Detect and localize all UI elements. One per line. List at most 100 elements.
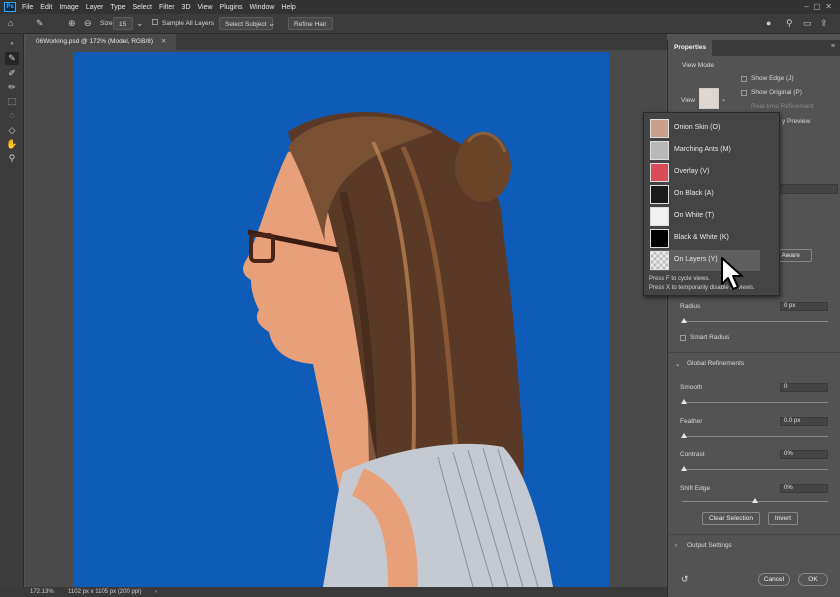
workspace-icon[interactable]: ▭ — [803, 17, 812, 30]
zoom-tool-icon[interactable]: ⚲ — [5, 152, 19, 165]
menu-type[interactable]: Type — [110, 4, 125, 11]
radius-slider-thumb[interactable] — [681, 318, 687, 323]
tools-panel: » ✎ ✐ ✏ ⬚ ◌ ◇ ✋ ⚲ — [0, 34, 24, 594]
chevron-right-icon[interactable]: › — [155, 587, 157, 597]
show-original-checkbox[interactable] — [741, 90, 747, 96]
chevron-right-icon[interactable]: › — [675, 542, 677, 549]
zoom-level[interactable]: 172.13% — [30, 587, 54, 597]
menu-edit[interactable]: Edit — [40, 4, 52, 11]
select-subject-dropdown-icon[interactable]: ⌄ — [268, 17, 276, 30]
model-portrait-image — [73, 52, 609, 587]
smooth-slider-track[interactable] — [682, 402, 828, 403]
view-option-on-white[interactable]: On White (T) — [650, 206, 760, 227]
black-white-thumbnail — [650, 229, 669, 248]
hand-tool-icon[interactable]: ✋ — [5, 138, 19, 151]
properties-tab[interactable]: Properties — [668, 40, 713, 56]
menu-window[interactable]: Window — [250, 4, 275, 11]
checkbox-icon[interactable] — [152, 19, 158, 25]
share-icon[interactable]: ⇪ — [820, 17, 828, 30]
output-settings-header[interactable]: Output Settings — [687, 542, 732, 549]
quick-selection-tool-icon[interactable]: ✎ — [5, 52, 19, 65]
view-option-label: Overlay (V) — [674, 168, 710, 175]
brush-preset-icon[interactable]: ✎ — [36, 17, 44, 30]
add-to-selection-icon[interactable]: ⊕ — [68, 17, 76, 30]
properties-header: Properties ≡ — [668, 40, 840, 56]
onion-skin-thumbnail — [650, 119, 669, 138]
mode-dropdown[interactable] — [778, 184, 838, 194]
view-mode-dropdown: Onion Skin (O) Marching Ants (M) Overlay… — [643, 112, 780, 296]
view-option-label: Onion Skin (O) — [674, 124, 721, 131]
document-image[interactable] — [73, 52, 609, 587]
radius-field[interactable]: 0 px — [780, 302, 828, 311]
smooth-field[interactable]: 0 — [780, 383, 828, 392]
feather-slider-thumb[interactable] — [681, 433, 687, 438]
view-option-marching-ants[interactable]: Marching Ants (M) — [650, 140, 760, 161]
menu-plugins[interactable]: Plugins — [220, 4, 243, 11]
contrast-slider-thumb[interactable] — [681, 466, 687, 471]
window-controls-icon[interactable]: – ▢ ✕ — [804, 2, 832, 11]
panel-menu-icon[interactable]: ≡ — [831, 43, 835, 50]
smooth-slider-thumb[interactable] — [681, 399, 687, 404]
show-edge-checkbox[interactable] — [741, 76, 747, 82]
close-tab-icon[interactable]: ✕ — [161, 38, 166, 45]
menu-file[interactable]: File — [22, 4, 33, 11]
view-option-label: On Layers (Y) — [674, 256, 718, 263]
shift-edge-slider-thumb[interactable] — [752, 498, 758, 503]
radius-label: Radius — [680, 303, 701, 310]
on-layers-thumbnail — [650, 251, 669, 270]
reset-icon[interactable]: ↺ — [681, 574, 689, 585]
smart-radius-checkbox[interactable] — [680, 335, 686, 341]
global-refinements-header[interactable]: Global Refinements — [687, 360, 744, 367]
shift-edge-field[interactable]: 0% — [780, 484, 828, 493]
view-option-overlay[interactable]: Overlay (V) — [650, 162, 760, 183]
chevron-down-icon[interactable]: ⌄ — [136, 17, 144, 30]
view-option-on-black[interactable]: On Black (A) — [650, 184, 760, 205]
search-icon[interactable]: ⚲ — [786, 17, 793, 30]
shift-edge-label: Shift Edge — [680, 485, 710, 492]
chevron-down-icon[interactable]: ⌄ — [675, 360, 680, 368]
feather-field[interactable]: 0.0 px — [780, 417, 828, 426]
select-subject-button[interactable]: Select Subject — [219, 17, 273, 30]
document-tab[interactable]: 06Working.psd @ 172% (Model, RGB/8) ✕ — [26, 34, 176, 50]
preview-label: y Preview — [782, 118, 811, 125]
cancel-button[interactable]: Cancel — [758, 573, 790, 586]
show-original-label: Show Original (P) — [751, 89, 802, 96]
invert-button[interactable]: Invert — [768, 512, 798, 525]
menu-filter[interactable]: Filter — [159, 4, 175, 11]
menu-view[interactable]: View — [198, 4, 213, 11]
divider — [668, 352, 840, 353]
radius-slider-track[interactable] — [682, 321, 828, 322]
polygonal-lasso-icon[interactable]: ◇ — [5, 124, 19, 137]
menu-layer[interactable]: Layer — [86, 4, 104, 11]
view-option-onion-skin[interactable]: Onion Skin (O) — [650, 118, 760, 139]
menu-3d[interactable]: 3D — [182, 4, 191, 11]
photoshop-logo-icon: Ps — [4, 2, 16, 12]
show-edge-label: Show Edge (J) — [751, 75, 794, 82]
contrast-field[interactable]: 0% — [780, 450, 828, 459]
brush-tool-icon[interactable]: ✏ — [5, 81, 19, 94]
refine-edge-brush-icon[interactable]: ✐ — [5, 67, 19, 80]
lasso-tool-icon[interactable]: ◌ — [5, 109, 19, 122]
feather-label: Feather — [680, 418, 703, 425]
sample-all-layers-checkbox[interactable]: Sample All Layers — [152, 17, 214, 30]
refine-hair-button[interactable]: Refine Hair — [288, 17, 333, 30]
real-time-refinement-label: Real-time Refinement — [751, 103, 814, 110]
user-icon[interactable]: ● — [766, 17, 771, 30]
ok-button[interactable]: OK — [798, 573, 828, 586]
menu-image[interactable]: Image — [59, 4, 78, 11]
subtract-from-selection-icon[interactable]: ⊖ — [84, 17, 92, 30]
panel-collapse-icon[interactable]: » — [5, 38, 19, 51]
home-icon[interactable]: ⌂ — [8, 17, 13, 30]
feather-slider-track[interactable] — [682, 436, 828, 437]
menu-help[interactable]: Help — [281, 4, 295, 11]
menu-select[interactable]: Select — [133, 4, 152, 11]
view-option-black-white[interactable]: Black & White (K) — [650, 228, 760, 249]
view-dropdown-icon[interactable]: ⌄ — [721, 95, 726, 103]
options-bar: ⌂ ✎ ⊕ ⊖ Size: 15 ⌄ Sample All Layers Sel… — [0, 14, 840, 34]
size-field[interactable]: 15 — [113, 17, 133, 30]
clear-selection-button[interactable]: Clear Selection — [702, 512, 760, 525]
contrast-slider-track[interactable] — [682, 469, 828, 470]
view-mode-thumbnail[interactable] — [699, 88, 719, 109]
object-selection-tool-icon[interactable]: ⬚ — [5, 95, 19, 108]
smart-radius-label: Smart Radius — [690, 334, 730, 341]
